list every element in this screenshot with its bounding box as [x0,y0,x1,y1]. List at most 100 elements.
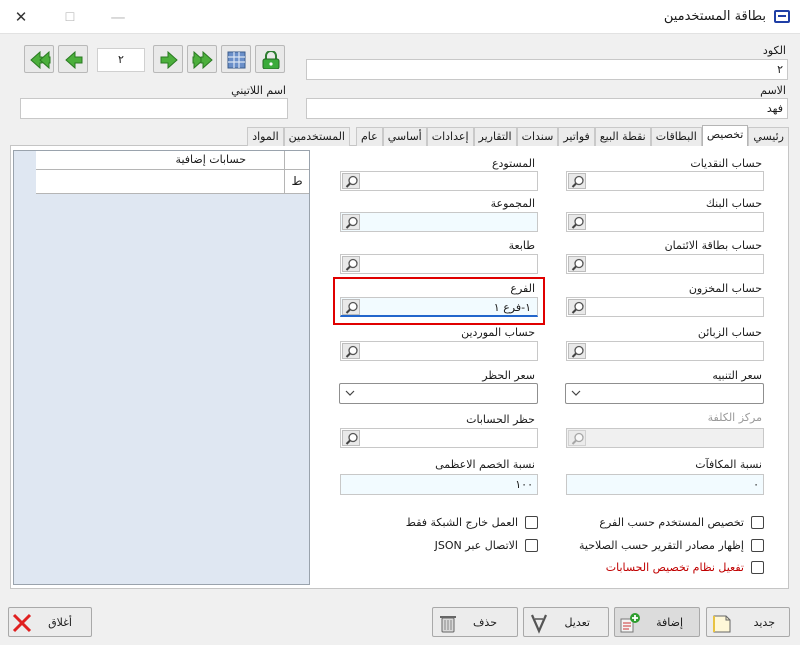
warehouse-field[interactable] [340,171,538,191]
name-field[interactable]: فهد [306,98,788,119]
tab-pos[interactable]: نقطة البيع [594,127,651,146]
first-record-button[interactable] [24,45,54,73]
checkbox[interactable] [751,516,764,529]
search-button[interactable] [342,214,360,230]
magnifier-icon [345,432,358,445]
tab-strip: رئيسي تخصيص البطاقات نقطة البيع فواتير س… [247,125,789,146]
name-label: الاسم [760,84,786,97]
customers-account-field[interactable] [566,341,764,361]
magnifier-icon [345,301,358,314]
search-button[interactable] [342,430,360,446]
checkbox-accounts-system[interactable]: تفعيل نظام تخصيص الحسابات [606,561,764,574]
double-arrow-right-icon [192,51,213,69]
suppliers-account-label: حساب الموردين [461,326,535,339]
group-field[interactable] [340,212,538,232]
new-button[interactable]: جديد [706,607,790,637]
cash-account-field[interactable] [566,171,764,191]
edit-button-label: تعديل [564,616,590,629]
previous-record-button[interactable] [58,45,88,73]
alert-price-dropdown[interactable] [565,383,764,404]
magnifier-icon [345,175,358,188]
tab-reports[interactable]: التقارير [473,127,517,146]
minimize-window-button[interactable]: — [108,8,128,26]
trash-icon [440,616,456,633]
add-button-label: إضافة [656,616,683,629]
chevron-down-icon [345,390,355,396]
bank-account-field[interactable] [566,212,764,232]
printer-field[interactable] [340,254,538,274]
arrow-left-icon [65,51,83,69]
max-discount-label: نسبة الخصم الاعظمى [435,458,535,471]
chevron-down-icon [571,390,581,396]
next-record-button[interactable] [153,45,183,73]
close-button[interactable]: أغلاق [8,607,92,637]
rewards-ratio-field[interactable]: ٠ [566,474,764,495]
inventory-account-field[interactable] [566,297,764,317]
bank-account-label: حساب البنك [705,197,762,210]
branch-field[interactable]: ١-فرع ١ [340,297,538,317]
magnifier-icon [571,216,584,229]
window-title: بطاقة المستخدمين [663,9,766,24]
edit-button[interactable]: تعديل [523,607,609,637]
magnifier-icon [571,175,584,188]
checkbox[interactable] [525,539,538,552]
magnifier-icon [345,345,358,358]
new-button-label: جديد [753,616,775,629]
ban-accounts-field[interactable] [340,428,538,448]
close-window-button[interactable]: ✕ [11,8,31,26]
search-button[interactable] [342,256,360,272]
tab-cards[interactable]: البطاقات [650,127,702,146]
tab-vouchers[interactable]: سندات [516,127,559,146]
tab-users[interactable]: المستخدمين [283,127,350,146]
search-button[interactable] [568,299,586,315]
search-button[interactable] [568,173,586,189]
suppliers-account-field[interactable] [340,341,538,361]
search-button[interactable] [342,343,360,359]
search-button[interactable] [568,256,586,272]
checkbox-label: تخصيص المستخدم حسب الفرع [599,516,744,529]
tab-basic[interactable]: أساسي [382,127,427,146]
list-view-button[interactable] [221,45,251,73]
credit-card-account-field[interactable] [566,254,764,274]
red-x-icon [12,613,32,633]
close-button-label: أغلاق [48,616,72,629]
checkbox[interactable] [525,516,538,529]
max-discount-field[interactable]: ١٠٠ [340,474,538,495]
tab-main[interactable]: رئيسي [748,127,789,146]
checkbox-report-sources[interactable]: إظهار مصادر التقرير حسب الصلاحية [579,539,764,552]
search-button[interactable] [568,343,586,359]
search-button[interactable] [568,214,586,230]
checkbox-user-by-branch[interactable]: تخصيص المستخدم حسب الفرع [599,516,764,529]
add-button[interactable]: إضافة [614,607,700,637]
tab-general[interactable]: عام [355,127,383,146]
checkbox-json-connection[interactable]: الاتصال عبر JSON [435,539,538,552]
user-card-icon [774,10,790,23]
last-record-button[interactable] [187,45,217,73]
search-button[interactable] [342,173,360,189]
grid-column-header[interactable]: حسابات إضافية [36,151,285,170]
credit-card-account-label: حساب بطاقة الائتمان [664,239,762,252]
checkbox[interactable] [751,539,764,552]
printer-label: طابعة [508,239,535,252]
latin-name-field[interactable] [20,98,288,119]
code-field[interactable]: ٢ [306,59,788,80]
record-number: ٢ [97,48,145,72]
checkbox[interactable] [751,561,764,574]
arrow-right-icon [160,51,178,69]
alert-price-label: سعر التنبيه [712,369,762,382]
extra-accounts-grid[interactable] [13,150,310,585]
add-user-icon [620,613,640,633]
checkbox-label: العمل خارج الشبكة فقط [405,516,518,529]
ban-price-dropdown[interactable] [339,383,538,404]
checkbox-offline-only[interactable]: العمل خارج الشبكة فقط [406,516,538,529]
tab-settings[interactable]: إعدادات [426,127,474,146]
maximize-window-button[interactable]: ☐ [60,8,80,26]
search-button[interactable] [342,299,360,315]
lock-button[interactable] [255,45,285,73]
tab-invoices[interactable]: فواتير [558,127,595,146]
delete-button[interactable]: حذف [432,607,518,637]
table-row[interactable] [36,170,285,194]
magnifier-icon [571,432,584,445]
tab-items[interactable]: المواد [247,127,284,146]
tab-customize[interactable]: تخصيص [701,125,749,146]
